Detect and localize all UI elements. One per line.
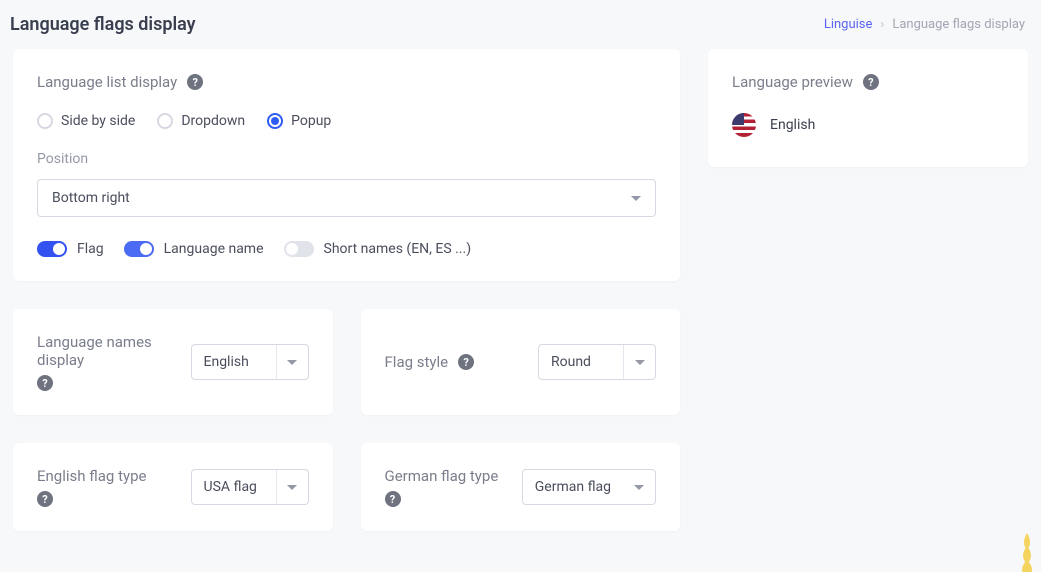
radio-popup[interactable]: Popup (267, 113, 331, 129)
radio-icon (267, 113, 283, 129)
radio-side-by-side[interactable]: Side by side (37, 113, 135, 129)
toggle-language-name: Language name (124, 241, 264, 257)
radio-label: Popup (291, 113, 331, 129)
radio-label: Dropdown (181, 113, 245, 129)
language-names-display-label: Language names display ? (37, 333, 177, 391)
breadcrumb-link-linguise[interactable]: Linguise (824, 17, 873, 32)
display-mode-radio-group: Side by side Dropdown Popup (37, 113, 656, 129)
language-list-display-card: Language list display ? Side by side Dro… (13, 49, 680, 281)
select-value: English (192, 345, 276, 379)
select-value: Round (539, 345, 623, 379)
language-names-display-select[interactable]: English (191, 344, 309, 380)
chevron-down-icon (276, 345, 308, 379)
help-icon[interactable]: ? (863, 74, 879, 90)
flag-style-select[interactable]: Round (538, 344, 656, 380)
radio-label: Side by side (61, 113, 135, 129)
radio-dropdown[interactable]: Dropdown (157, 113, 245, 129)
select-value: German flag (523, 470, 623, 504)
language-list-display-label: Language list display ? (37, 73, 656, 91)
short-names-switch[interactable] (284, 241, 314, 257)
help-icon[interactable]: ? (187, 74, 203, 90)
english-flag-type-card: English flag type ? USA flag (13, 443, 333, 531)
help-icon[interactable]: ? (385, 491, 401, 507)
breadcrumb: Linguise › Language flags display (824, 17, 1025, 32)
chevron-down-icon (623, 345, 655, 379)
chevron-down-icon (623, 470, 655, 504)
german-flag-type-select[interactable]: German flag (522, 469, 656, 505)
chevron-right-icon: › (880, 17, 884, 32)
page-title: Language flags display (10, 14, 196, 35)
flag-style-card: Flag style ? Round (361, 309, 681, 415)
label-text: German flag type (385, 467, 499, 485)
toggle-row: Flag Language name Short names (EN, ES .… (37, 241, 656, 257)
label-text: Flag style (385, 353, 449, 371)
german-flag-type-label: German flag type ? (385, 467, 499, 507)
toggle-label: Language name (164, 241, 264, 257)
language-names-display-card: Language names display ? English (13, 309, 333, 415)
radio-icon (157, 113, 173, 129)
help-icon[interactable]: ? (458, 354, 474, 370)
preview-language-item: English (732, 113, 1004, 137)
select-value: USA flag (192, 470, 276, 504)
us-flag-icon (732, 113, 756, 137)
label-text: English flag type (37, 467, 146, 485)
flag-switch[interactable] (37, 241, 67, 257)
label-text: Language list display (37, 73, 177, 91)
toggle-flag: Flag (37, 241, 104, 257)
english-flag-type-label: English flag type ? (37, 467, 146, 507)
chevron-down-icon (276, 470, 308, 504)
toggle-label: Short names (EN, ES ...) (324, 241, 472, 257)
chevron-down-icon (631, 196, 641, 201)
flag-style-label: Flag style ? (385, 353, 475, 371)
label-text: Language preview (732, 73, 853, 91)
language-preview-card: Language preview ? English (708, 49, 1028, 167)
position-select[interactable]: Bottom right (37, 179, 656, 217)
decorative-corner-icon (1011, 532, 1041, 572)
german-flag-type-card: German flag type ? German flag (361, 443, 681, 531)
breadcrumb-current: Language flags display (892, 17, 1025, 32)
toggle-short-names: Short names (EN, ES ...) (284, 241, 472, 257)
help-icon[interactable]: ? (37, 491, 53, 507)
toggle-label: Flag (77, 241, 104, 257)
radio-icon (37, 113, 53, 129)
english-flag-type-select[interactable]: USA flag (191, 469, 309, 505)
help-icon[interactable]: ? (37, 375, 53, 391)
page-header: Language flags display Linguise › Langua… (0, 0, 1041, 49)
label-text: Language names display (37, 333, 177, 369)
language-preview-label: Language preview ? (732, 73, 1004, 91)
select-value: Bottom right (52, 190, 130, 206)
preview-language-label: English (770, 117, 815, 133)
language-name-switch[interactable] (124, 241, 154, 257)
position-label: Position (37, 151, 656, 167)
